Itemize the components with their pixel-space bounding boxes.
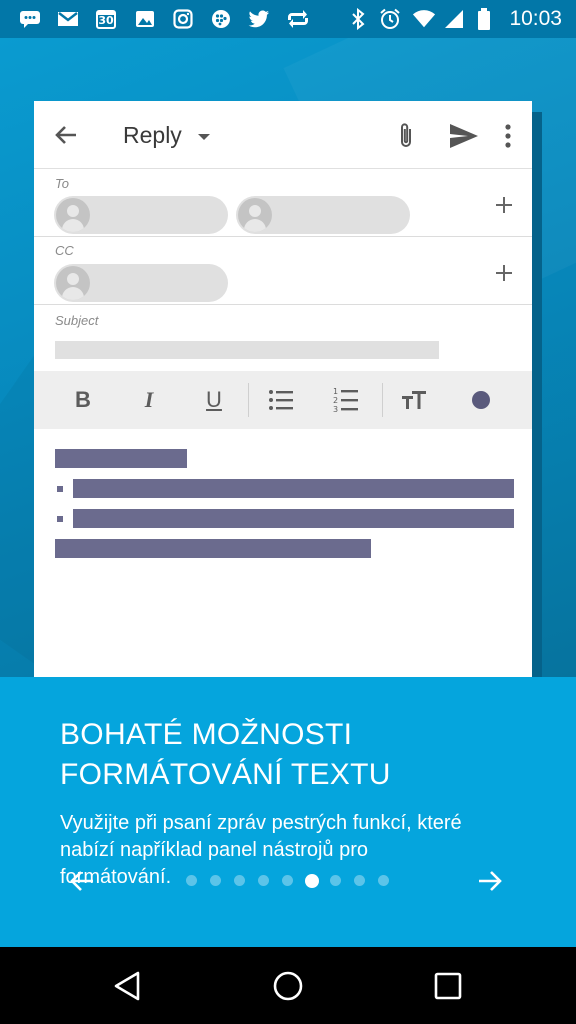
bullet-marker — [57, 486, 63, 492]
alarm-icon — [378, 8, 402, 30]
bullet-marker — [57, 516, 63, 522]
formatting-toolbar: B I U 123 — [34, 371, 532, 429]
messages-icon — [18, 8, 42, 30]
compose-app-bar: Reply — [34, 101, 532, 169]
sync-icon — [286, 8, 310, 30]
back-icon[interactable] — [111, 969, 145, 1003]
page-dot-active — [304, 874, 319, 888]
text-placeholder — [73, 479, 514, 498]
underline-icon: U — [206, 387, 222, 412]
back-arrow-icon — [55, 126, 76, 144]
wifi-icon — [412, 8, 436, 30]
status-bar: 30 10:03 — [0, 0, 576, 38]
compose-title: Reply — [123, 122, 182, 148]
to-row: To — [34, 169, 532, 237]
recipient-chip — [54, 264, 228, 302]
svg-text:3: 3 — [333, 405, 338, 414]
page-dot — [186, 875, 197, 886]
subject-label: Subject — [55, 313, 99, 328]
toolbar-divider — [248, 383, 249, 417]
twitter-icon — [247, 8, 271, 30]
page-dot — [258, 875, 269, 886]
toolbar-divider — [382, 383, 383, 417]
cc-row: CC — [34, 237, 532, 305]
calendar-day: 30 — [98, 14, 114, 27]
page-dot — [210, 875, 221, 886]
page-dot — [354, 875, 365, 886]
avatar — [238, 198, 272, 232]
send-icon — [450, 124, 478, 148]
text-placeholder — [55, 539, 371, 558]
home-icon[interactable] — [271, 969, 305, 1003]
instagram-icon — [171, 8, 195, 30]
bold-icon: B — [75, 387, 91, 412]
cc-label: CC — [55, 243, 74, 258]
system-nav-bar — [0, 947, 576, 1024]
more-vert-icon — [505, 124, 511, 148]
italic-icon: I — [144, 387, 154, 412]
add-icon — [496, 265, 512, 281]
avatar — [56, 198, 90, 232]
panel-heading: BOHATÉ MOŽNOSTI FORMÁTOVÁNÍ TEXTU — [60, 718, 391, 791]
svg-text:2: 2 — [333, 396, 338, 405]
onboarding-panel: BOHATÉ MOŽNOSTI FORMÁTOVÁNÍ TEXTU Využij… — [0, 677, 576, 947]
text-placeholder — [73, 509, 514, 528]
blackberry-icon — [209, 8, 233, 30]
bullet-list-icon — [269, 390, 293, 410]
calendar-icon: 30 — [94, 8, 118, 30]
recipient-chip — [236, 196, 410, 234]
page-dot — [234, 875, 245, 886]
bluetooth-icon — [346, 8, 370, 30]
recents-icon[interactable] — [431, 969, 465, 1003]
compose-mockup-card: Reply To CC Subject B I U 123 — [34, 101, 532, 681]
to-label: To — [55, 176, 69, 191]
page-dot — [378, 875, 389, 886]
text-color-icon — [472, 391, 490, 409]
previous-arrow-icon[interactable] — [68, 867, 96, 895]
numbered-list-icon: 123 — [333, 387, 358, 414]
gmail-icon — [56, 8, 80, 30]
page-dot — [282, 875, 293, 886]
photos-icon — [133, 8, 157, 30]
text-placeholder — [55, 449, 187, 468]
panel-description: Využijte při psaní zpráv pestrých funkcí… — [60, 812, 462, 888]
text-size-icon — [402, 391, 426, 409]
avatar — [56, 266, 90, 300]
attachment-icon — [401, 123, 411, 147]
svg-text:1: 1 — [333, 387, 338, 396]
chevron-down-icon — [198, 134, 210, 140]
recipient-chip — [54, 196, 228, 234]
signal-icon — [442, 8, 466, 30]
subject-placeholder — [55, 341, 439, 359]
status-time: 10:03 — [509, 7, 562, 30]
next-arrow-icon[interactable] — [476, 867, 504, 895]
page-dot — [330, 875, 341, 886]
add-icon — [496, 197, 512, 213]
battery-icon — [472, 8, 496, 30]
